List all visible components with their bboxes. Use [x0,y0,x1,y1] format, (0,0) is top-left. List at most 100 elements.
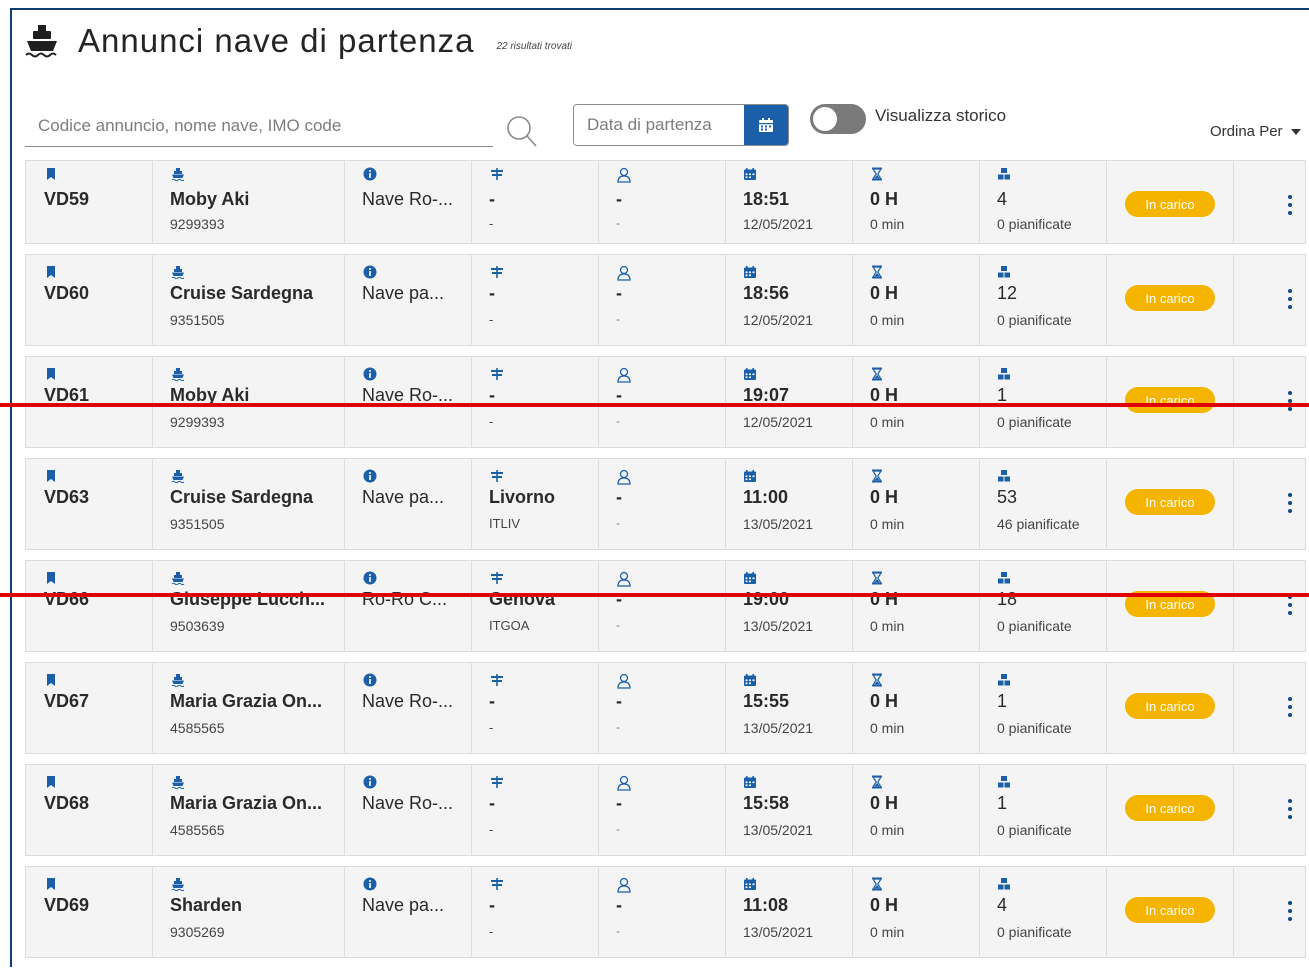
type-cell: Nave pa... [345,459,472,549]
agent-name: - [616,189,622,209]
ship-icon [171,266,185,279]
table-row[interactable]: VD68 Maria Grazia On... 4585565 Nave Ro-… [25,764,1306,856]
duration-minutes: 0 min [870,618,905,634]
signpost-icon [491,674,503,686]
duration-minutes: 0 min [870,216,905,232]
ship-icon [171,168,185,181]
duration-hours: 0 H [870,189,899,209]
departure-cell: 18:51 12/05/2021 [726,161,853,243]
announcement-list: VD59 Moby Aki 9299393 Nave Ro-... - - - … [25,160,1306,968]
agent-cell: - - [599,255,726,345]
more-options-icon[interactable] [1287,493,1293,513]
table-row[interactable]: VD60 Cruise Sardegna 9351505 Nave pa... [25,254,1306,346]
table-row[interactable]: VD69 Sharden 9305269 Nave pa... - - - - … [25,866,1306,958]
duration-cell: 0 H 0 min [853,867,980,957]
duration-cell: 0 H 0 min [853,459,980,549]
more-options-icon[interactable] [1287,901,1293,921]
duration-minutes: 0 min [870,414,905,430]
caret-down-icon [1290,128,1301,135]
toggle-knob [813,107,837,131]
announcement-code: VD63 [44,487,90,507]
table-row[interactable]: VD61 Moby Aki 9299393 Nave Ro-... - - - … [25,356,1306,448]
agent-cell: - - [599,161,726,243]
more-options-icon[interactable] [1287,195,1293,215]
user-icon [617,469,631,485]
departure-date: 13/05/2021 [743,720,814,736]
code-cell: VD60 [26,255,153,345]
table-row[interactable]: VD59 Moby Aki 9299393 Nave Ro-... - - - … [25,160,1306,244]
imo-code: 9503639 [170,618,225,634]
table-row[interactable]: VD63 Cruise Sardegna 9351505 Nave pa... [25,458,1306,550]
cargo-cell: 4 0 pianificate [980,867,1107,957]
history-toggle[interactable] [810,104,866,134]
table-row[interactable]: VD67 Maria Grazia On... 4585565 Nave Ro-… [25,662,1306,754]
annotation-line [0,593,1309,597]
ship-type: Nave pa... [362,895,445,915]
table-row[interactable]: VD66 Giuseppe Lucch... 9503639 Ro-Ro C..… [25,560,1306,652]
sort-dropdown[interactable]: Ordina Per [1210,123,1301,140]
port-code: - [489,216,494,231]
cubes-icon [998,266,1010,278]
duration-hours: 0 H [870,487,899,507]
more-options-icon[interactable] [1287,595,1293,615]
ship-cell: Sharden 9305269 [153,867,345,957]
cubes-icon [998,168,1010,180]
departure-cell: 18:56 12/05/2021 [726,255,853,345]
info-icon [363,775,377,789]
hourglass-icon [871,167,883,181]
ship-icon [22,21,62,61]
cargo-count: 4 [997,189,1008,209]
agent-detail: - [616,216,620,230]
type-cell: Nave pa... [345,255,472,345]
more-options-icon[interactable] [1287,799,1293,819]
cubes-icon [998,674,1010,686]
agent-detail: - [616,414,620,428]
cargo-count: 12 [997,283,1018,303]
agent-cell: - - [599,765,726,855]
agent-cell: - - [599,459,726,549]
duration-cell: 0 H 0 min [853,161,980,243]
calendar-icon [744,572,756,584]
port-code: ITGOA [489,618,530,633]
duration-minutes: 0 min [870,312,905,328]
calendar-button[interactable] [744,105,788,145]
cubes-icon [998,368,1010,380]
search-icon[interactable] [506,114,538,148]
calendar-icon [744,266,756,278]
departure-date: 12/05/2021 [743,414,814,430]
page-header: Annunci nave di partenza 22 risultati tr… [22,18,572,64]
cubes-icon [998,878,1010,890]
bookmark-icon [47,168,55,180]
search-input[interactable] [25,106,480,146]
more-options-icon[interactable] [1287,697,1293,717]
more-options-icon[interactable] [1287,391,1293,411]
agent-cell: - - [599,867,726,957]
signpost-icon [491,776,503,788]
duration-cell: 0 H 0 min [853,357,980,447]
signpost-icon [491,368,503,380]
hourglass-icon [871,265,883,279]
ship-icon [171,878,185,891]
status-badge: In carico [1125,693,1215,719]
agent-name: - [616,895,622,915]
duration-hours: 0 H [870,691,899,711]
duration-minutes: 0 min [870,822,905,838]
hourglass-icon [871,877,883,891]
planned-count: 0 pianificate [997,924,1072,940]
ship-name: Sharden [170,895,243,915]
departure-time: 15:55 [743,691,790,711]
planned-count: 0 pianificate [997,822,1072,838]
planned-count: 46 pianificate [997,516,1080,532]
cargo-count: 53 [997,487,1018,507]
signpost-icon [491,266,503,278]
duration-minutes: 0 min [870,516,905,532]
info-icon [363,673,377,687]
agent-cell: - - [599,561,726,651]
duration-hours: 0 H [870,895,899,915]
departure-date-input[interactable] [574,105,744,145]
user-icon [617,265,631,281]
info-icon [363,167,377,181]
departure-date: 13/05/2021 [743,516,814,532]
more-options-icon[interactable] [1287,289,1293,309]
agent-cell: - - [599,357,726,447]
